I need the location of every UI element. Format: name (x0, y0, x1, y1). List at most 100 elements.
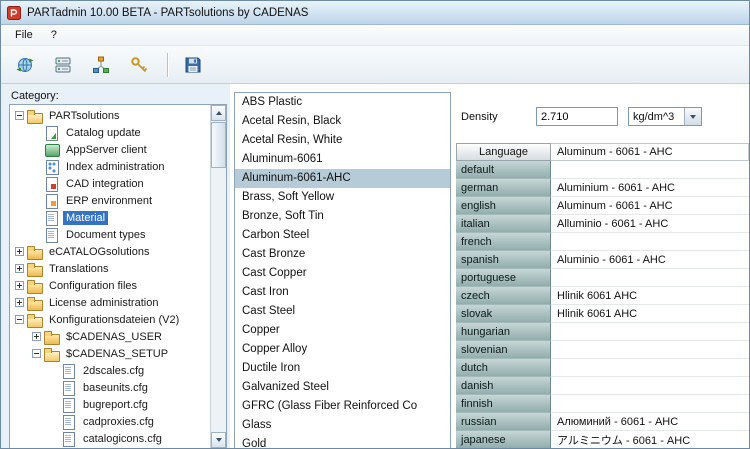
tree-item-configuration-files[interactable]: Configuration files (11, 277, 209, 294)
collapse-icon[interactable] (15, 111, 24, 120)
tree-item-catalogicons-cfg[interactable]: catalogicons.cfg (11, 430, 209, 447)
material-item[interactable]: Galvanized Steel (235, 378, 450, 397)
language-cell[interactable]: spanish (456, 251, 551, 269)
tree-item-cadproxies-cfg[interactable]: cadproxies.cfg (11, 413, 209, 430)
language-cell[interactable]: default (456, 161, 551, 179)
tree-item-appserver-client[interactable]: AppServer client (11, 141, 209, 158)
save-button[interactable] (179, 51, 207, 79)
scroll-up-button[interactable] (211, 105, 226, 121)
expand-icon[interactable] (15, 247, 24, 256)
language-cell[interactable]: portuguese (456, 269, 551, 287)
tree-item-translations[interactable]: Translations (11, 260, 209, 277)
material-item[interactable]: Aluminum-6061 (235, 150, 450, 169)
material-item[interactable]: Cast Copper (235, 264, 450, 283)
tree-scrollbar[interactable] (210, 105, 226, 448)
tree-item-bugreport-cfg[interactable]: bugreport.cfg (11, 396, 209, 413)
material-item[interactable]: Copper Alloy (235, 340, 450, 359)
material-item[interactable]: Bronze, Soft Tin (235, 207, 450, 226)
value-cell[interactable]: Алюминий - 6061 - AHC (551, 413, 749, 431)
language-cell[interactable]: dutch (456, 359, 551, 377)
menu-help[interactable]: ? (42, 27, 66, 43)
login-key-button[interactable] (125, 51, 153, 79)
language-cell[interactable]: slovenian (456, 341, 551, 359)
density-input[interactable] (536, 107, 618, 126)
density-unit-combobox[interactable]: kg/dm^3 (628, 107, 702, 126)
language-cell[interactable]: german (456, 179, 551, 197)
tree-item-label: baseunits.cfg (80, 381, 151, 395)
combobox-dropdown-button[interactable] (684, 108, 701, 125)
material-item[interactable]: Glass (235, 416, 450, 435)
tree-item-label: bugreport.cfg (80, 398, 151, 412)
tree-item-license-administration[interactable]: License administration (11, 294, 209, 311)
material-item[interactable]: GFRC (Glass Fiber Reinforced Co (235, 397, 450, 416)
tree-item-cadenas-setup[interactable]: $CADENAS_SETUP (11, 345, 209, 362)
tree-item-cadenas-user[interactable]: $CADENAS_USER (11, 328, 209, 345)
value-cell[interactable] (551, 269, 749, 287)
language-cell[interactable]: english (456, 197, 551, 215)
tree-item-ecatalogsolutions[interactable]: eCATALOGsolutions (11, 243, 209, 260)
scrollbar-thumb[interactable] (211, 122, 226, 168)
language-cell[interactable]: russian (456, 413, 551, 431)
expand-icon[interactable] (15, 264, 24, 273)
material-item[interactable]: Acetal Resin, White (235, 131, 450, 150)
collapse-icon[interactable] (15, 315, 24, 324)
catalog-update-button[interactable] (11, 51, 39, 79)
value-cell[interactable] (551, 323, 749, 341)
value-cell[interactable]: Alluminio - 6061 - AHC (551, 215, 749, 233)
tree-item-konfigurationsdateien[interactable]: Konfigurationsdateien (V2) (11, 311, 209, 328)
material-item[interactable]: Ductile Iron (235, 359, 450, 378)
value-cell[interactable] (551, 233, 749, 251)
value-cell[interactable] (551, 359, 749, 377)
tree-item-baseunits-cfg[interactable]: baseunits.cfg (11, 379, 209, 396)
expand-icon[interactable] (32, 332, 41, 341)
language-cell[interactable]: finnish (456, 395, 551, 413)
value-cell[interactable] (551, 341, 749, 359)
expand-icon[interactable] (15, 281, 24, 290)
appserver-button[interactable] (49, 51, 77, 79)
language-cell[interactable]: italian (456, 215, 551, 233)
material-item[interactable]: Cast Steel (235, 302, 450, 321)
material-item[interactable]: Cast Iron (235, 283, 450, 302)
material-item[interactable]: Cast Bronze (235, 245, 450, 264)
material-item[interactable]: ABS Plastic (235, 93, 450, 112)
value-cell[interactable]: Aluminum - 6061 - AHC (551, 197, 749, 215)
tree-item-label: Document types (63, 228, 148, 242)
tree-item-cad-integration[interactable]: CAD integration (11, 175, 209, 192)
expand-icon[interactable] (15, 298, 24, 307)
language-cell[interactable]: czech (456, 287, 551, 305)
material-item[interactable]: Gold (235, 435, 450, 448)
language-cell[interactable]: hungarian (456, 323, 551, 341)
index-administration-button[interactable] (87, 51, 115, 79)
tree-item-catalog-update[interactable]: Catalog update (11, 124, 209, 141)
value-cell[interactable]: Hlinik 6061 AHC (551, 287, 749, 305)
tree-item-2dscales-cfg[interactable]: 2dscales.cfg (11, 362, 209, 379)
language-cell[interactable]: slovak (456, 305, 551, 323)
tree-item-document-types[interactable]: Document types (11, 226, 209, 243)
value-cell[interactable]: Aluminium - 6061 - AHC (551, 179, 749, 197)
tree-item-erp-environment[interactable]: ERP environment (11, 192, 209, 209)
value-cell[interactable]: Aluminio - 6061 - AHC (551, 251, 749, 269)
menu-file[interactable]: File (6, 27, 42, 43)
material-item-selected[interactable]: Aluminum-6061-AHC (235, 169, 450, 188)
language-cell[interactable]: danish (456, 377, 551, 395)
language-table: Language Aluminum - 6061 - AHC default g… (456, 143, 749, 449)
content-area: Category: PARTsolutions Catalog update A (1, 84, 749, 448)
language-cell[interactable]: french (456, 233, 551, 251)
tree-item-label: 2dscales.cfg (80, 364, 147, 378)
value-cell[interactable] (551, 395, 749, 413)
value-cell[interactable]: アルミニウム - 6061 - AHC (551, 431, 749, 449)
tree-item-index-administration[interactable]: Index administration (11, 158, 209, 175)
tree-item-material[interactable]: Material (11, 209, 209, 226)
scroll-down-button[interactable] (211, 432, 226, 448)
value-cell[interactable] (551, 161, 749, 179)
folder-open-icon (44, 347, 60, 361)
material-item[interactable]: Brass, Soft Yellow (235, 188, 450, 207)
material-item[interactable]: Acetal Resin, Black (235, 112, 450, 131)
value-cell[interactable]: Hlinik 6061 AHC (551, 305, 749, 323)
collapse-icon[interactable] (32, 349, 41, 358)
material-item[interactable]: Carbon Steel (235, 226, 450, 245)
material-item[interactable]: Copper (235, 321, 450, 340)
language-cell[interactable]: japanese (456, 431, 551, 449)
tree-item-partsolutions[interactable]: PARTsolutions (11, 107, 209, 124)
value-cell[interactable] (551, 377, 749, 395)
